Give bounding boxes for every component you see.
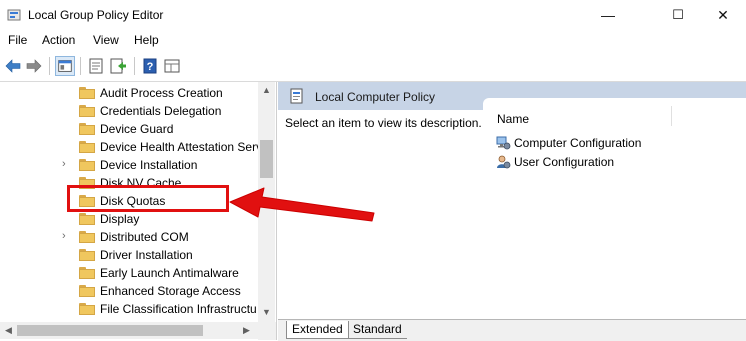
svg-text:?: ? (147, 61, 154, 73)
tree-vertical-scroll-thumb[interactable] (260, 140, 273, 178)
tree-item[interactable]: Credentials Delegation (0, 102, 258, 120)
tree-item[interactable]: Audit Process Creation (0, 84, 258, 102)
forward-arrow-icon[interactable] (24, 56, 44, 76)
folder-icon (79, 123, 95, 135)
close-button[interactable]: ✕ (700, 0, 746, 30)
tree-item-label: Distributed COM (100, 230, 189, 244)
list-item-computer-configuration[interactable]: Computer Configuration (495, 134, 735, 152)
folder-icon (79, 105, 95, 117)
tree-item-label: Device Guard (100, 122, 174, 136)
list-item-label: User Configuration (514, 155, 615, 169)
back-arrow-icon[interactable] (3, 56, 23, 76)
view-tabs: Extended Standard (278, 319, 746, 341)
chevron-right-icon[interactable]: › (62, 230, 72, 242)
tree-item[interactable]: › Device Installation (0, 156, 258, 174)
tree-item[interactable]: › Distributed COM (0, 228, 258, 246)
folder-icon (79, 159, 95, 171)
policy-document-icon (290, 88, 303, 104)
minimize-button[interactable]: — (585, 0, 631, 30)
menu-action[interactable]: Action (42, 33, 75, 47)
folder-icon (79, 249, 95, 261)
group-policy-app-icon (7, 9, 21, 21)
folder-icon (79, 213, 95, 225)
tree-item[interactable]: Enhanced Storage Access (0, 282, 258, 300)
description-text: Select an item to view its description. (285, 116, 482, 130)
extended-view-icon[interactable] (162, 56, 182, 76)
folder-icon (79, 303, 95, 315)
toolbar-separator (49, 57, 50, 75)
tree-item-label: File Classification Infrastructu (100, 302, 257, 316)
menu-view[interactable]: View (93, 33, 119, 47)
folder-icon (79, 87, 95, 99)
properties-icon[interactable] (86, 56, 106, 76)
window-title: Local Group Policy Editor (28, 8, 164, 22)
scroll-right-button[interactable]: ▶ (238, 322, 255, 339)
menu-help[interactable]: Help (134, 33, 159, 47)
chevron-right-icon[interactable]: › (62, 158, 72, 170)
tree-item-label: Display (100, 212, 140, 226)
column-separator[interactable] (671, 106, 672, 126)
highlight-box-disk-quotas (67, 185, 229, 212)
toolbar-separator (134, 57, 135, 75)
list-item-label: Computer Configuration (514, 136, 642, 150)
toolbar: ? (0, 51, 746, 82)
tree-item-label: Enhanced Storage Access (100, 284, 241, 298)
tree-item-label: Early Launch Antimalware (100, 266, 239, 280)
tab-extended[interactable]: Extended (286, 321, 349, 339)
user-icon (497, 155, 511, 169)
list-item-user-configuration[interactable]: User Configuration (495, 153, 735, 171)
export-list-icon[interactable] (108, 56, 128, 76)
folder-icon (79, 141, 95, 153)
menu-file[interactable]: File (8, 33, 27, 47)
help-icon[interactable]: ? (140, 56, 160, 76)
scroll-left-button[interactable]: ◀ (0, 322, 17, 339)
tree-item[interactable]: Display (0, 210, 258, 228)
menu-bar: File Action View Help (0, 30, 746, 51)
folder-icon (79, 231, 95, 243)
toolbar-separator (80, 57, 81, 75)
column-header-name[interactable]: Name (497, 112, 529, 126)
tree-horizontal-scrollbar[interactable]: ◀ ▶ (0, 322, 258, 339)
folder-icon (79, 285, 95, 297)
tab-standard[interactable]: Standard (348, 321, 407, 339)
title-bar: Local Group Policy Editor — ☐ ✕ (0, 0, 746, 30)
tree-item-label: Device Health Attestation Serv (100, 140, 263, 154)
scrollbar-corner (258, 322, 276, 340)
show-hide-console-tree-icon[interactable] (55, 56, 75, 76)
computer-icon (496, 136, 511, 150)
tree-item[interactable]: Device Guard (0, 120, 258, 138)
tree-horizontal-scroll-thumb[interactable] (17, 325, 203, 336)
items-list: Name Computer Configuration User Configu… (483, 98, 746, 318)
tree-item[interactable]: Early Launch Antimalware (0, 264, 258, 282)
maximize-button[interactable]: ☐ (655, 0, 701, 30)
tree-item-label: Driver Installation (100, 248, 193, 262)
folder-icon (79, 267, 95, 279)
tree-item-label: Audit Process Creation (100, 86, 223, 100)
scroll-up-button[interactable]: ▲ (258, 82, 275, 99)
tree-item[interactable]: Driver Installation (0, 246, 258, 264)
red-callout-arrow-icon (229, 187, 375, 222)
details-header-title: Local Computer Policy (315, 90, 436, 104)
tree-item-label: Credentials Delegation (100, 104, 222, 118)
tree-item[interactable]: Device Health Attestation Serv (0, 138, 262, 156)
scroll-down-button[interactable]: ▼ (258, 304, 275, 321)
tree-item-label: Device Installation (100, 158, 198, 172)
tree-item[interactable]: File Classification Infrastructu (0, 300, 258, 318)
